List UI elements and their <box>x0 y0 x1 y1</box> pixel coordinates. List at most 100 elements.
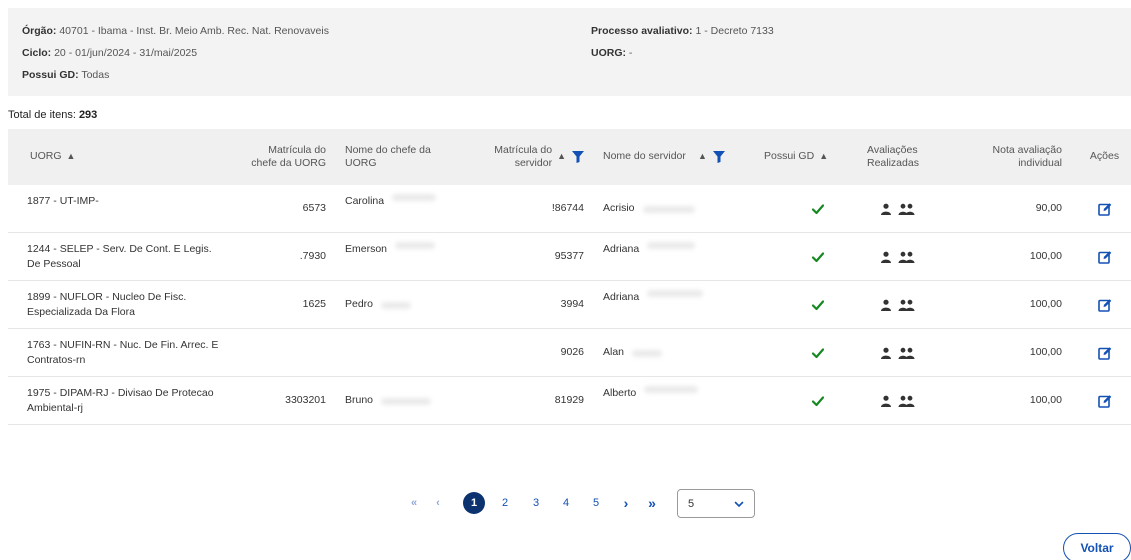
cell-nome-servidor: Adriana <box>603 233 753 281</box>
page-4-button[interactable]: 4 <box>556 489 576 517</box>
voltar-button[interactable]: Voltar <box>1063 533 1131 560</box>
cell-uorg: 1877 - UT-IMP- <box>27 195 99 207</box>
header-nome-servidor-label: Nome do servidor <box>603 150 686 163</box>
user-icon[interactable] <box>880 347 892 359</box>
pagination: « ‹ 1 2 3 4 5 › » <box>0 489 1131 517</box>
header-nome-chefe-label: Nome do chefe da UORG <box>345 143 431 169</box>
table-body: 1877 - UT-IMP- 6573 Carolina !86744 Acri… <box>8 185 1131 425</box>
header-acoes-label: Ações <box>1089 150 1120 163</box>
user-icon[interactable] <box>880 251 892 263</box>
page-size-value: 5 <box>688 497 695 510</box>
sort-icon[interactable]: ▲︎ <box>67 151 76 162</box>
header-matricula-servidor-label: Matrícula do servidor <box>494 143 553 169</box>
cell-uorg: 1763 - NUFIN-RN - Nuc. De Fin. Arrec. E … <box>27 338 219 366</box>
header-possui-gd[interactable]: Possui GD ▲︎ <box>764 129 854 185</box>
cell-matricula-servidor: 3994 <box>560 298 584 311</box>
redacted-text <box>392 194 437 201</box>
cell-avaliacoes <box>867 281 927 329</box>
double-chevron-right-icon[interactable]: » <box>642 489 662 517</box>
page-3-button[interactable]: 3 <box>526 489 546 517</box>
page-1-label: 1 <box>463 492 485 514</box>
chevron-right-icon[interactable]: › <box>616 489 636 517</box>
redacted-text <box>381 301 412 309</box>
nome-servidor-text: Adriana <box>603 243 640 255</box>
chevron-left-icon[interactable]: ‹ <box>428 489 448 517</box>
users-icon[interactable] <box>898 347 915 359</box>
nome-servidor-text: Adriana <box>603 291 640 303</box>
nome-servidor-text: Acrisio <box>603 202 635 215</box>
total-items: Total de itens: 293 <box>8 109 97 121</box>
header-nota-label: Nota avaliação individual <box>992 143 1062 169</box>
table-row: 1975 - DIPAM-RJ - Divisao De Protecao Am… <box>8 377 1131 425</box>
cell-nome-chefe: Carolina <box>345 185 460 233</box>
header-avaliacoes: Avaliações Realizadas <box>867 129 947 185</box>
ciclo-label: Ciclo: <box>22 47 52 59</box>
table-row: 1763 - NUFIN-RN - Nuc. De Fin. Arrec. E … <box>8 329 1131 377</box>
page-2-button[interactable]: 2 <box>495 489 515 517</box>
edit-icon[interactable] <box>1082 185 1127 233</box>
cell-nota: 100,00 <box>1029 394 1062 407</box>
table-row: 1899 - NUFLOR - Nucleo De Fisc. Especial… <box>8 281 1131 329</box>
cell-nota: 90,00 <box>1035 202 1062 215</box>
uorg-value: - <box>628 47 633 59</box>
edit-icon[interactable] <box>1082 233 1127 281</box>
header-avaliacoes-label: Avaliações Realizadas <box>867 143 919 169</box>
header-nome-servidor[interactable]: Nome do servidor ▲ <box>603 129 753 185</box>
results-table: UORG ▲︎ Matrícula do chefe da UORG Nome … <box>8 129 1131 425</box>
cell-avaliacoes <box>867 329 927 377</box>
nome-chefe-text: Bruno <box>345 394 374 407</box>
edit-icon[interactable] <box>1082 377 1127 425</box>
filter-summary-panel: Órgão: 40701 - Ibama - Inst. Br. Meio Am… <box>8 8 1131 96</box>
cell-nome-chefe: Emerson <box>345 233 460 281</box>
redacted-text <box>395 242 436 249</box>
processo-value: 1 - Decreto 7133 <box>695 25 774 37</box>
nome-chefe-text: Emerson <box>345 243 388 255</box>
redacted-text <box>644 386 699 393</box>
filter-icon[interactable] <box>712 151 725 163</box>
ciclo-value: 20 - 01/jun/2024 - 31/mai/2025 <box>54 47 198 59</box>
user-icon[interactable] <box>880 299 892 311</box>
cell-uorg: 1975 - DIPAM-RJ - Divisao De Protecao Am… <box>27 386 214 414</box>
filter-icon[interactable] <box>572 151 584 163</box>
processo-field: Processo avaliativo: 1 - Decreto 7133 <box>591 25 774 37</box>
nome-servidor-text: Alberto <box>603 387 637 399</box>
ciclo-field: Ciclo: 20 - 01/jun/2024 - 31/mai/2025 <box>22 47 197 59</box>
cell-matricula-chefe: 3303201 <box>285 394 326 407</box>
possui-gd-value: Todas <box>81 69 110 81</box>
page-size-select[interactable]: 5 <box>677 489 755 518</box>
possui-gd-label: Possui GD: <box>22 69 79 81</box>
check-icon <box>798 233 838 281</box>
page-1-button[interactable]: 1 <box>462 489 486 517</box>
uorg-label: UORG: <box>591 47 626 59</box>
uorg-field: UORG: - <box>591 47 632 59</box>
header-uorg[interactable]: UORG ▲︎ <box>30 129 140 185</box>
cell-avaliacoes <box>867 185 927 233</box>
users-icon[interactable] <box>898 203 915 215</box>
redacted-text <box>642 205 695 213</box>
table-header: UORG ▲︎ Matrícula do chefe da UORG Nome … <box>8 129 1131 185</box>
user-icon[interactable] <box>880 395 892 407</box>
sort-icon[interactable]: ▲︎ <box>557 151 566 162</box>
cell-matricula-chefe <box>240 329 326 377</box>
nome-chefe-text: Pedro <box>345 298 374 311</box>
edit-icon[interactable] <box>1082 281 1127 329</box>
double-chevron-left-icon[interactable]: « <box>404 489 424 517</box>
page-5-button[interactable]: 5 <box>586 489 606 517</box>
users-icon[interactable] <box>898 395 915 407</box>
header-possui-gd-label: Possui GD <box>764 150 815 163</box>
users-icon[interactable] <box>898 299 915 311</box>
table-row: 1244 - SELEP - Serv. De Cont. E Legis. D… <box>8 233 1131 281</box>
orgao-label: Órgão: <box>22 25 57 37</box>
header-matricula-servidor[interactable]: Matrícula do servidor ▲︎ <box>470 129 584 185</box>
sort-icon[interactable]: ▲︎ <box>819 151 828 162</box>
user-icon[interactable] <box>880 203 892 215</box>
cell-uorg: 1899 - NUFLOR - Nucleo De Fisc. Especial… <box>27 290 187 318</box>
users-icon[interactable] <box>898 251 915 263</box>
sort-asc-icon[interactable]: ▲ <box>698 151 707 162</box>
edit-icon[interactable] <box>1082 329 1127 377</box>
cell-matricula-chefe: 6573 <box>302 202 326 215</box>
total-items-value: 293 <box>78 109 98 121</box>
redacted-text <box>632 349 663 357</box>
check-icon <box>798 329 838 377</box>
cell-nome-servidor: Alan <box>603 329 753 377</box>
